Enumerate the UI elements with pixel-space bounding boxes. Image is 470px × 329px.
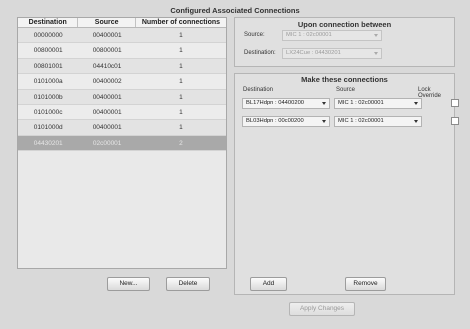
- cell-count: 2: [179, 139, 183, 147]
- chevron-down-icon: [414, 102, 418, 105]
- column-label-destination: Destination: [243, 87, 274, 93]
- column-header-number-of-connections[interactable]: Number of connections: [136, 18, 226, 27]
- table-row[interactable]: 00000000 00400001 1: [18, 28, 226, 44]
- connections-table: Destination Source Number of connections…: [17, 17, 227, 269]
- cell-source: 00400001: [92, 124, 122, 132]
- cell-count: 1: [179, 108, 183, 116]
- upon-source-value: MIC 1 : 02c00001: [286, 32, 332, 38]
- cell-source: 04410c01: [92, 62, 122, 70]
- table-row[interactable]: 0101000c 00400001 1: [18, 104, 226, 121]
- connection-destination-value: BL17Hdpn : 04400200: [246, 100, 305, 106]
- table-row[interactable]: 00801001 04410c01 1: [18, 58, 226, 75]
- chevron-down-icon: [322, 120, 326, 123]
- connection-source-select[interactable]: MIC 1 : 02c00001: [334, 98, 422, 109]
- dialog-title: Configured Associated Connections: [170, 6, 300, 15]
- apply-changes-button[interactable]: Apply Changes: [289, 302, 355, 316]
- upon-destination-value: LX24Cue : 04430201: [286, 50, 341, 56]
- column-header-destination[interactable]: Destination: [18, 18, 79, 27]
- cell-destination: 0101000c: [33, 108, 63, 116]
- table-row[interactable]: 0101000b 00400001 1: [18, 89, 226, 105]
- table-row-selected[interactable]: 04430201 02c00001 2: [18, 135, 226, 152]
- cell-destination: 0101000a: [33, 78, 63, 86]
- cell-destination: 04430201: [33, 139, 63, 147]
- add-button[interactable]: Add: [250, 277, 287, 291]
- connection-destination-select[interactable]: BL03Hdpn : 00c00200: [242, 116, 330, 127]
- table-body: 00000000 00400001 1 00800001 00800001 1 …: [18, 28, 226, 152]
- remove-button[interactable]: Remove: [345, 277, 386, 291]
- new-button[interactable]: New...: [107, 277, 150, 291]
- cell-count: 1: [179, 32, 183, 39]
- source-label: Source:: [244, 32, 265, 38]
- cell-destination: 0101000b: [33, 93, 63, 101]
- cell-destination: 00000000: [33, 32, 63, 39]
- delete-button[interactable]: Delete: [166, 277, 210, 291]
- lock-override-checkbox[interactable]: [451, 117, 459, 125]
- upon-source-select[interactable]: MIC 1 : 02c00001: [282, 30, 382, 41]
- chevron-down-icon: [374, 34, 378, 37]
- connection-source-value: MIC 1 : 02c00001: [338, 118, 384, 124]
- lock-override-checkbox[interactable]: [451, 99, 459, 107]
- cell-source: 00400001: [92, 93, 122, 101]
- associated-connections-dialog: Configured Associated Connections Destin…: [0, 0, 470, 329]
- connection-source-value: MIC 1 : 02c00001: [338, 100, 384, 106]
- table-row[interactable]: 00800001 00800001 1: [18, 43, 226, 59]
- upon-destination-select[interactable]: LX24Cue : 04430201: [282, 48, 382, 59]
- cell-source: 00800001: [92, 47, 122, 55]
- chevron-down-icon: [414, 120, 418, 123]
- cell-count: 1: [179, 62, 183, 70]
- chevron-down-icon: [374, 52, 378, 55]
- connection-source-select[interactable]: MIC 1 : 02c00001: [334, 116, 422, 127]
- column-header-source[interactable]: Source: [78, 18, 136, 27]
- cell-count: 1: [179, 124, 183, 132]
- column-label-source: Source: [336, 87, 356, 93]
- cell-source: 00400001: [92, 108, 122, 116]
- cell-destination: 0101000d: [33, 124, 63, 132]
- chevron-down-icon: [322, 102, 326, 105]
- cell-count: 1: [179, 47, 183, 55]
- connection-destination-value: BL03Hdpn : 00c00200: [246, 118, 304, 124]
- destination-label: Destination:: [244, 50, 276, 56]
- make-connections-panel: Make these connections Destination Sourc…: [234, 73, 459, 295]
- cell-count: 1: [179, 78, 183, 86]
- column-label-lock-override: Lock Override: [418, 87, 442, 99]
- table-row[interactable]: 0101000a 00400002 1: [18, 74, 226, 90]
- cell-source: 00400001: [92, 32, 122, 39]
- table-row[interactable]: 0101000d 00400001 1: [18, 120, 226, 136]
- cell-destination: 00801001: [33, 62, 63, 70]
- cell-source: 02c00001: [92, 139, 122, 147]
- cell-count: 1: [179, 93, 183, 101]
- table-header: Destination Source Number of connections: [18, 18, 226, 28]
- cell-source: 00400002: [92, 78, 122, 86]
- make-connections-title: Make these connections: [301, 75, 388, 84]
- connection-destination-select[interactable]: BL17Hdpn : 04400200: [242, 98, 330, 109]
- upon-connection-title: Upon connection between: [297, 20, 392, 29]
- cell-destination: 00800001: [33, 47, 63, 55]
- upon-connection-panel: Upon connection between Source: MIC 1 : …: [234, 17, 455, 67]
